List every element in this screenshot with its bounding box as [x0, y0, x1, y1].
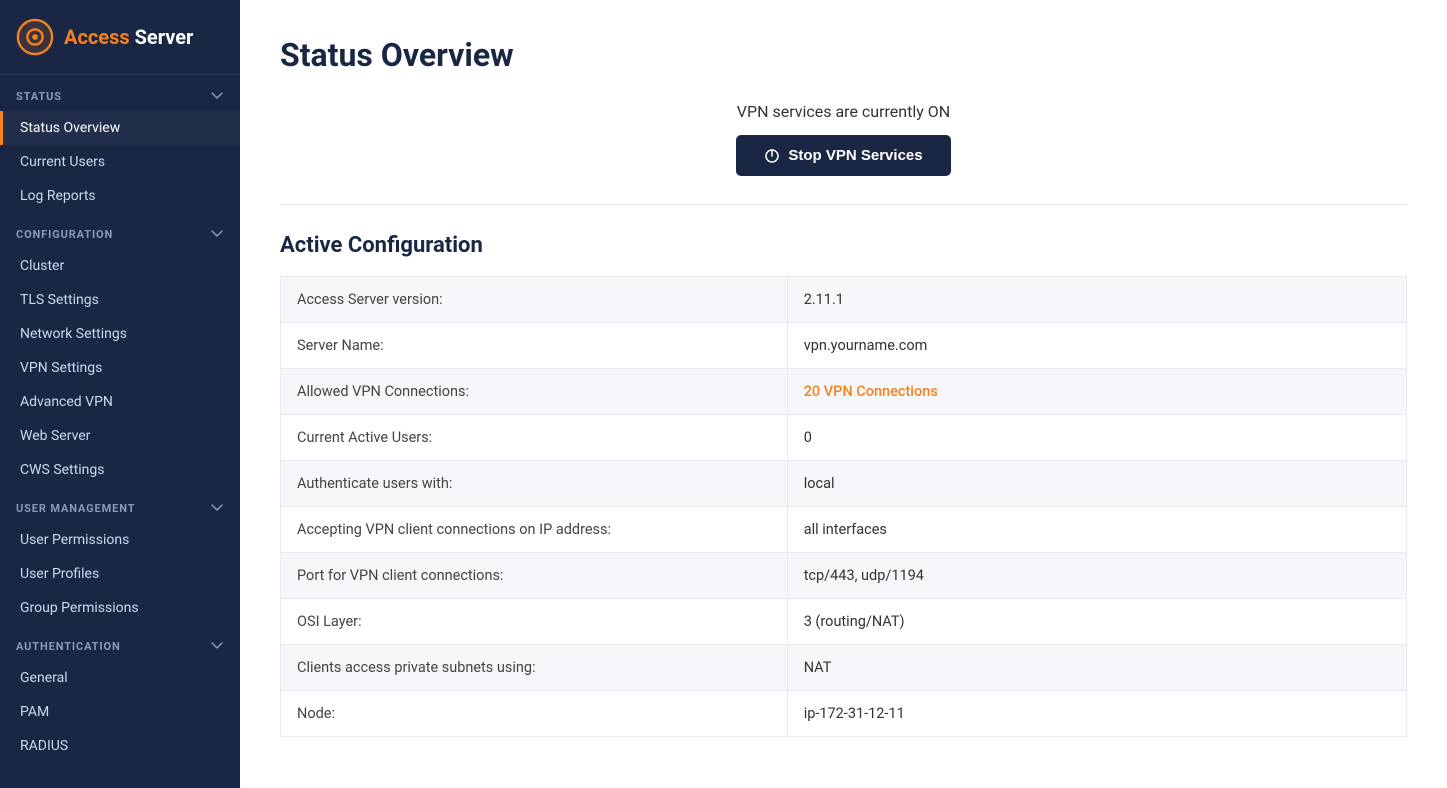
sidebar: Access Server STATUS Status Overview Cur… — [0, 0, 240, 788]
config-label: Allowed VPN Connections: — [281, 369, 788, 415]
config-label: Clients access private subnets using: — [281, 645, 788, 691]
config-value: ip-172-31-12-11 — [787, 691, 1406, 737]
sidebar-item-web-server[interactable]: Web Server — [0, 419, 240, 453]
config-value: 3 (routing/NAT) — [787, 599, 1406, 645]
config-label: Server Name: — [281, 323, 788, 369]
chevron-down-icon — [210, 89, 224, 103]
sidebar-item-user-profiles[interactable]: User Profiles — [0, 557, 240, 591]
configuration-section: CONFIGURATION Cluster TLS Settings Netwo… — [0, 213, 240, 487]
config-label: Current Active Users: — [281, 415, 788, 461]
table-row: Authenticate users with:local — [281, 461, 1407, 507]
table-row: Accepting VPN client connections on IP a… — [281, 507, 1407, 553]
page-title: Status Overview — [280, 36, 1407, 74]
sidebar-item-log-reports[interactable]: Log Reports — [0, 179, 240, 213]
status-section: STATUS Status Overview Current Users Log… — [0, 75, 240, 213]
configuration-section-header[interactable]: CONFIGURATION — [0, 213, 240, 249]
config-label: Node: — [281, 691, 788, 737]
sidebar-item-general[interactable]: General — [0, 661, 240, 695]
chevron-down-icon — [210, 227, 224, 241]
config-value: vpn.yourname.com — [787, 323, 1406, 369]
vpn-status-text: VPN services are currently ON — [280, 102, 1407, 121]
authentication-section-header[interactable]: AUTHENTICATION — [0, 625, 240, 661]
config-value: 0 — [787, 415, 1406, 461]
sidebar-item-status-overview[interactable]: Status Overview — [0, 111, 240, 145]
chevron-down-icon — [210, 639, 224, 653]
vpn-status-bar: VPN services are currently ON Stop VPN S… — [280, 102, 1407, 176]
table-row: Allowed VPN Connections:20 VPN Connectio… — [281, 369, 1407, 415]
sidebar-item-network-settings[interactable]: Network Settings — [0, 317, 240, 351]
main-content: Status Overview VPN services are current… — [240, 0, 1447, 788]
stop-vpn-button[interactable]: Stop VPN Services — [736, 135, 950, 176]
sidebar-item-radius[interactable]: RADIUS — [0, 729, 240, 763]
section-divider — [280, 204, 1407, 205]
table-row: Node:ip-172-31-12-11 — [281, 691, 1407, 737]
power-icon — [764, 148, 780, 164]
config-label: OSI Layer: — [281, 599, 788, 645]
config-value: NAT — [787, 645, 1406, 691]
config-label: Port for VPN client connections: — [281, 553, 788, 599]
user-management-section: USER MANAGEMENT User Permissions User Pr… — [0, 487, 240, 625]
table-row: Current Active Users:0 — [281, 415, 1407, 461]
sidebar-item-cluster[interactable]: Cluster — [0, 249, 240, 283]
table-row: Access Server version:2.11.1 — [281, 277, 1407, 323]
config-value[interactable]: 20 VPN Connections — [787, 369, 1406, 415]
config-label: Accepting VPN client connections on IP a… — [281, 507, 788, 553]
sidebar-item-group-permissions[interactable]: Group Permissions — [0, 591, 240, 625]
sidebar-item-vpn-settings[interactable]: VPN Settings — [0, 351, 240, 385]
sidebar-item-tls-settings[interactable]: TLS Settings — [0, 283, 240, 317]
table-row: Server Name:vpn.yourname.com — [281, 323, 1407, 369]
sidebar-item-pam[interactable]: PAM — [0, 695, 240, 729]
sidebar-item-user-permissions[interactable]: User Permissions — [0, 523, 240, 557]
sidebar-item-advanced-vpn[interactable]: Advanced VPN — [0, 385, 240, 419]
table-row: Clients access private subnets using:NAT — [281, 645, 1407, 691]
app-logo[interactable]: Access Server — [0, 0, 240, 75]
authentication-section: AUTHENTICATION General PAM RADIUS — [0, 625, 240, 763]
sidebar-item-current-users[interactable]: Current Users — [0, 145, 240, 179]
chevron-down-icon — [210, 501, 224, 515]
config-label: Authenticate users with: — [281, 461, 788, 507]
config-value: 2.11.1 — [787, 277, 1406, 323]
config-label: Access Server version: — [281, 277, 788, 323]
config-value: tcp/443, udp/1194 — [787, 553, 1406, 599]
app-name: Access Server — [64, 25, 193, 49]
active-configuration-title: Active Configuration — [280, 233, 1407, 258]
config-value: local — [787, 461, 1406, 507]
status-section-header[interactable]: STATUS — [0, 75, 240, 111]
user-management-section-header[interactable]: USER MANAGEMENT — [0, 487, 240, 523]
logo-icon — [16, 18, 54, 56]
config-value: all interfaces — [787, 507, 1406, 553]
table-row: OSI Layer:3 (routing/NAT) — [281, 599, 1407, 645]
sidebar-item-cws-settings[interactable]: CWS Settings — [0, 453, 240, 487]
table-row: Port for VPN client connections:tcp/443,… — [281, 553, 1407, 599]
config-table: Access Server version:2.11.1Server Name:… — [280, 276, 1407, 737]
